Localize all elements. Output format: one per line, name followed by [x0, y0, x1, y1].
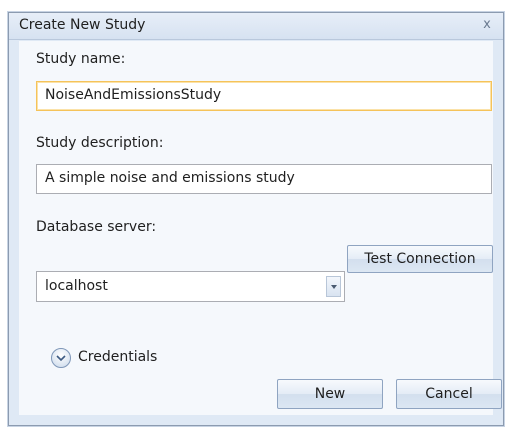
study-name-input[interactable]: NoiseAndEmissionsStudy [36, 81, 492, 111]
expand-circle-icon[interactable] [51, 348, 71, 368]
study-description-input[interactable]: A simple noise and emissions study [36, 164, 492, 194]
dialog-title: Create New Study [19, 17, 146, 33]
database-server-label: Database server: [36, 219, 157, 235]
close-icon[interactable]: x [477, 16, 497, 34]
database-server-combobox[interactable]: localhost [36, 271, 345, 302]
dropdown-button[interactable] [326, 276, 341, 297]
new-button[interactable]: New [277, 379, 383, 409]
cancel-button[interactable]: Cancel [396, 379, 502, 409]
test-connection-button[interactable]: Test Connection [347, 245, 493, 273]
study-name-label: Study name: [36, 51, 126, 67]
database-server-value: localhost [45, 278, 108, 294]
create-new-study-dialog: Create New Study x Study name: NoiseAndE… [8, 12, 504, 426]
dialog-titlebar[interactable]: Create New Study x [9, 13, 503, 40]
chevron-down-icon [331, 285, 337, 289]
study-description-label: Study description: [36, 135, 164, 151]
credentials-label: Credentials [78, 349, 158, 365]
